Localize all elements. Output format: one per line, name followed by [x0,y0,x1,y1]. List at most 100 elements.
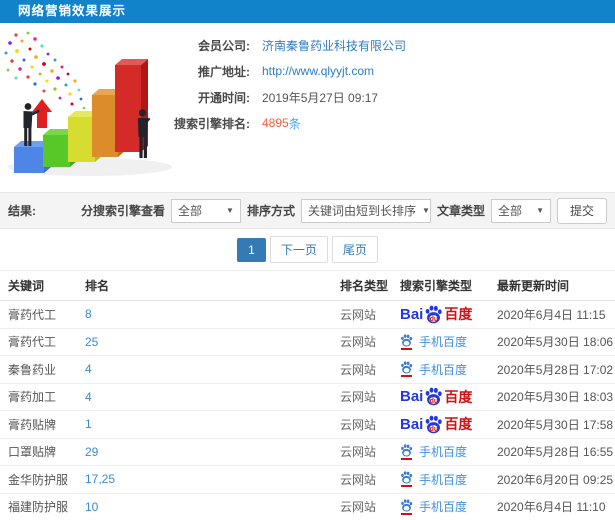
column-header: 搜索引擎类型 [400,279,473,293]
open-time-label: 开通时间: [198,90,250,105]
sort-value: 关键词由短到长排序 [307,204,416,218]
mobile-baidu-paw-icon [400,361,414,378]
keyword-cell: 膏药代工 [8,335,57,350]
rank-link[interactable]: 10 [85,500,98,514]
rank-type-cell: 云网站 [340,445,377,460]
rank-type-cell: 云网站 [340,335,377,350]
rank-cell: 17,25 [85,472,340,486]
last-page-button[interactable]: 尾页 [331,236,378,263]
rank-link[interactable]: 25 [85,335,98,349]
rank-cell: 4 [85,362,340,376]
mobile-baidu-logo: 手机百度 [400,333,467,350]
chevron-down-icon: ▼ [536,206,544,215]
table-row: 秦鲁药业 4 云网站 手机百度 2020年5月28日 17:02 [0,356,615,384]
mobile-baidu-text: 手机百度 [419,500,468,515]
engine-cell: 手机百度 [400,471,497,488]
baidu-bai-text: Bai [400,305,424,323]
rank-link[interactable]: 8 [85,307,92,321]
table-row: 膏药代工 25 云网站 手机百度 2020年5月30日 18:06 [0,329,615,356]
engine-filter-label: 分搜索引擎查看 [80,204,165,218]
engine-rank-value: 4895 [262,116,289,130]
results-label: 结果: [8,204,36,218]
baidu-paw-icon: du [424,305,443,324]
updated-cell: 2020年5月30日 17:58 [497,417,614,432]
mobile-baidu-logo: 手机百度 [400,443,467,460]
engine-cell: 手机百度 [400,361,497,378]
promo-url-row: 推广地址: http://www.qlyyjt.com [150,63,406,79]
baidu-logo: Bai du 百度 [400,305,472,324]
engine-cell: 手机百度 [400,443,497,460]
page-title: 网络营销效果展示 [18,4,127,18]
info-section: 会员公司: 济南秦鲁药业科技有限公司 推广地址: http://www.qlyyjt.… [0,23,615,192]
promo-url-value[interactable]: http://www.qlyyjt.com [262,64,374,78]
baidu-du-text: du [429,398,439,406]
rank-link[interactable]: 4 [85,362,92,376]
engine-filter-select[interactable]: 全部 ▼ [170,198,241,223]
baidu-paw-icon: du [424,415,443,434]
chevron-down-icon: ▼ [421,206,430,215]
engine-cell: 手机百度 [400,498,497,515]
table-row: 膏药加工 4 云网站 Bai du 百度 2020年5月30日 18:03 [0,384,615,411]
pagination: 1 下一页 尾页 [0,229,615,270]
member-company-value[interactable]: 济南秦鲁药业科技有限公司 [262,37,406,54]
bars [14,59,148,173]
column-header: 关键词 [8,279,45,293]
confetti-dots [4,31,89,118]
table-row: 膏药贴牌 1 云网站 Bai du 百度 2020年5月30日 17:58 [0,411,615,439]
keyword-cell: 口罩贴牌 [8,445,57,460]
baidu-logo: Bai du 百度 [400,415,472,434]
sort-label: 排序方式 [246,204,295,218]
keywords-table: 关键词 排名 排名类型 搜索引擎类型 最新更新时间 膏药代工 8 云网站 Bai du 百度 202… [0,270,615,520]
mobile-baidu-underline [401,512,412,515]
marketing-report-page: 网络营销效果展示 会员公司: 济南秦鲁药业科技有限公司 推广地址: http:/… [0,0,615,520]
rank-cell: 10 [85,500,340,514]
table-row: 福建防护服 10 云网站 手机百度 2020年6月4日 11:10 [0,494,615,520]
page-1-button[interactable]: 1 [237,237,266,262]
baidu-bai-text: Bai [400,415,424,433]
updated-cell: 2020年5月28日 16:55 [497,445,614,460]
rank-type-cell: 云网站 [340,390,377,405]
rank-link[interactable]: 17,25 [85,472,115,486]
engine-filter-value: 全部 [177,204,202,218]
mobile-baidu-underline [401,485,412,488]
keyword-cell: 秦鲁药业 [8,362,57,377]
mobile-baidu-paw-icon [400,444,414,460]
keyword-cell: 福建防护服 [8,500,69,515]
open-time-row: 开通时间: 2019年5月27日 09:17 [150,89,406,105]
keyword-cell: 膏药代工 [8,307,57,322]
submit-button[interactable]: 提交 [556,197,607,224]
updated-cell: 2020年6月4日 11:15 [497,307,606,322]
rank-cell: 4 [85,390,340,404]
rank-cell: 29 [85,445,340,459]
engine-rank-unit: 条 [288,116,301,131]
baidu-cn-text: 百度 [444,306,473,323]
updated-cell: 2020年5月30日 18:06 [497,335,614,350]
updated-cell: 2020年6月20日 09:25 [497,472,614,487]
filter-bar: 结果: 分搜索引擎查看 全部 ▼ 排序方式 关键词由短到长排序 ▼ 文章类型 全… [0,192,615,229]
rank-link[interactable]: 29 [85,445,98,459]
baidu-paw-icon [401,444,413,457]
rank-link[interactable]: 1 [85,417,92,431]
rank-type-cell: 云网站 [340,417,377,432]
title-bar: 网络营销效果展示 [0,0,615,23]
mobile-baidu-paw-icon [400,499,414,515]
rank-link[interactable]: 4 [85,390,92,404]
baidu-cn-text: 百度 [444,388,473,405]
filter-controls: 分搜索引擎查看 全部 ▼ 排序方式 关键词由短到长排序 ▼ 文章类型 全部 ▼ … [80,197,607,224]
baidu-paw-icon [401,471,413,484]
column-header: 排名 [85,279,110,293]
column-header: 排名类型 [340,279,389,293]
sort-select[interactable]: 关键词由短到长排序 ▼ [300,198,431,223]
keyword-cell: 膏药贴牌 [8,417,57,432]
article-type-value: 全部 [497,204,522,218]
baidu-paw-icon: du [424,387,443,406]
mobile-baidu-logo: 手机百度 [400,361,467,378]
rank-type-cell: 云网站 [340,362,377,377]
member-company-row: 会员公司: 济南秦鲁药业科技有限公司 [150,37,406,53]
next-page-button[interactable]: 下一页 [269,236,328,263]
mobile-baidu-logo: 手机百度 [400,471,467,488]
mobile-baidu-paw-icon [400,471,414,488]
mobile-baidu-text: 手机百度 [419,445,468,460]
column-header: 最新更新时间 [497,279,570,293]
article-type-select[interactable]: 全部 ▼ [490,198,551,223]
